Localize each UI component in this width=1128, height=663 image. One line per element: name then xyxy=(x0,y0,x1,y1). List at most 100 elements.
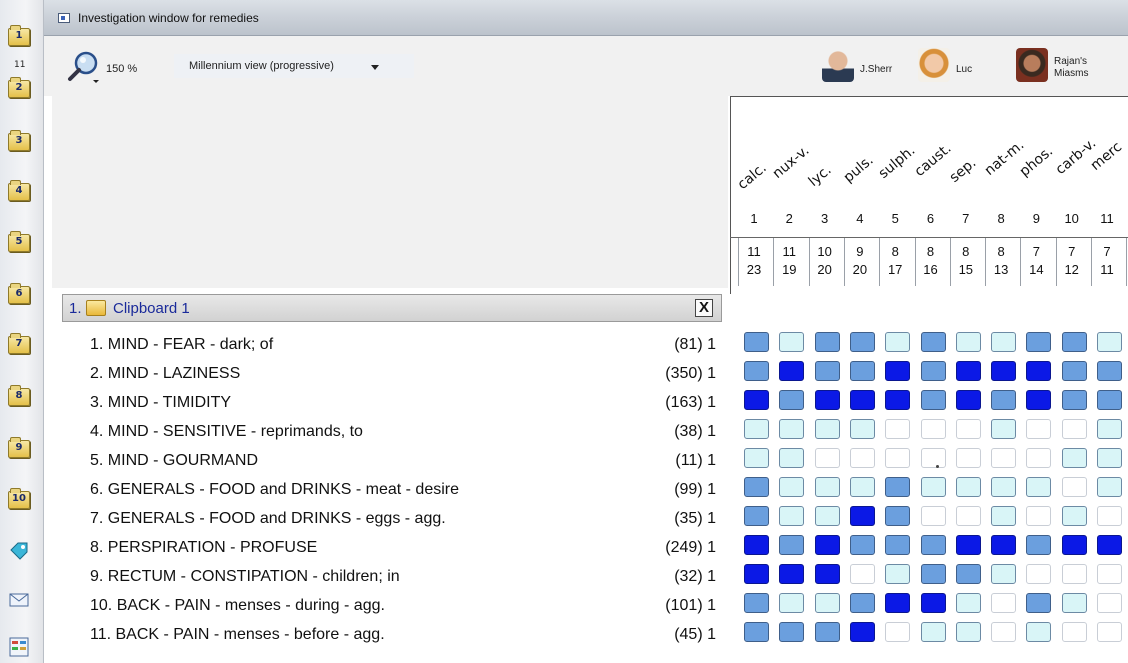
grade-cell[interactable] xyxy=(814,593,840,613)
grade-cell[interactable] xyxy=(991,477,1017,497)
grade-cell[interactable] xyxy=(920,390,946,410)
grade-cell[interactable] xyxy=(744,593,769,613)
rubric-row[interactable]: 5. MIND - GOURMAND (11) 1 xyxy=(62,446,722,475)
grade-cell[interactable] xyxy=(849,361,875,381)
grade-cell[interactable] xyxy=(885,593,911,613)
grade-cell[interactable] xyxy=(779,390,805,410)
grade-cell[interactable] xyxy=(955,564,981,584)
magnifier-icon[interactable] xyxy=(66,50,100,84)
grade-cell[interactable] xyxy=(1097,535,1122,555)
rubric-row[interactable]: 11. BACK - PAIN - menses - before - agg.… xyxy=(62,620,722,649)
clipboard-3-button[interactable]: 3 xyxy=(8,130,32,154)
grade-cell[interactable] xyxy=(885,535,911,555)
grade-cell[interactable] xyxy=(814,564,840,584)
grade-cell[interactable] xyxy=(1026,506,1052,526)
grade-cell[interactable] xyxy=(1026,564,1052,584)
grade-cell[interactable] xyxy=(779,593,805,613)
grade-cell[interactable] xyxy=(885,390,911,410)
rubric-row[interactable]: 7. GENERALS - FOOD and DRINKS - eggs - a… xyxy=(62,504,722,533)
grade-cell[interactable] xyxy=(885,622,911,642)
rubric-row[interactable]: 1. MIND - FEAR - dark; of (81) 1 xyxy=(62,330,722,359)
grade-cell[interactable] xyxy=(814,535,840,555)
grade-cell[interactable] xyxy=(814,622,840,642)
clipboard-4-button[interactable]: 4 xyxy=(8,180,32,204)
grade-cell[interactable] xyxy=(849,593,875,613)
grade-cell[interactable] xyxy=(779,564,805,584)
grade-cell[interactable] xyxy=(920,477,946,497)
grade-cell[interactable] xyxy=(1026,593,1052,613)
grade-cell[interactable] xyxy=(991,622,1017,642)
grade-cell[interactable] xyxy=(991,448,1017,468)
grade-cell[interactable] xyxy=(955,477,981,497)
rubric-row[interactable]: 3. MIND - TIMIDITY (163) 1 xyxy=(62,388,722,417)
table-icon[interactable] xyxy=(8,636,30,658)
grade-cell[interactable] xyxy=(849,506,875,526)
grade-cell[interactable] xyxy=(1026,622,1052,642)
grade-cell[interactable] xyxy=(1097,390,1122,410)
grade-cell[interactable] xyxy=(744,419,769,439)
clipboard-2-button[interactable]: 2 xyxy=(8,77,32,101)
grade-cell[interactable] xyxy=(1026,448,1052,468)
grade-cell[interactable] xyxy=(849,419,875,439)
grade-cell[interactable] xyxy=(779,361,805,381)
grade-cell[interactable] xyxy=(849,448,875,468)
grade-cell[interactable] xyxy=(1097,477,1122,497)
grade-cell[interactable] xyxy=(920,332,946,352)
grade-cell[interactable] xyxy=(991,593,1017,613)
grade-cell[interactable] xyxy=(920,361,946,381)
grade-cell[interactable] xyxy=(744,448,769,468)
grade-cell[interactable] xyxy=(920,564,946,584)
grade-cell[interactable] xyxy=(920,506,946,526)
grade-cell[interactable] xyxy=(955,593,981,613)
rubric-row[interactable]: 10. BACK - PAIN - menses - during - agg.… xyxy=(62,591,722,620)
grade-cell[interactable] xyxy=(885,506,911,526)
grade-cell[interactable] xyxy=(744,477,769,497)
grade-cell[interactable] xyxy=(1026,390,1052,410)
grade-cell[interactable] xyxy=(779,332,805,352)
grade-cell[interactable] xyxy=(779,535,805,555)
grade-cell[interactable] xyxy=(1061,477,1087,497)
grade-cell[interactable] xyxy=(814,506,840,526)
grade-cell[interactable] xyxy=(779,448,805,468)
grade-cell[interactable] xyxy=(920,448,946,468)
grade-cell[interactable] xyxy=(814,361,840,381)
grade-cell[interactable] xyxy=(991,535,1017,555)
grade-cell[interactable] xyxy=(1097,332,1122,352)
clipboard-9-button[interactable]: 9 xyxy=(8,437,32,461)
grade-cell[interactable] xyxy=(814,419,840,439)
grade-cell[interactable] xyxy=(779,506,805,526)
grade-cell[interactable] xyxy=(814,448,840,468)
grade-cell[interactable] xyxy=(1026,535,1052,555)
grade-cell[interactable] xyxy=(885,448,911,468)
grade-cell[interactable] xyxy=(885,564,911,584)
clipboard-8-button[interactable]: 8 xyxy=(8,385,32,409)
grade-cell[interactable] xyxy=(744,535,769,555)
grade-cell[interactable] xyxy=(1061,564,1087,584)
grade-cell[interactable] xyxy=(1097,448,1122,468)
grade-cell[interactable] xyxy=(779,419,805,439)
grade-cell[interactable] xyxy=(1061,361,1087,381)
grade-cell[interactable] xyxy=(955,535,981,555)
grade-cell[interactable] xyxy=(744,361,769,381)
grade-cell[interactable] xyxy=(991,332,1017,352)
grade-cell[interactable] xyxy=(955,419,981,439)
clipboard-10-button[interactable]: 10 xyxy=(8,488,32,512)
grade-cell[interactable] xyxy=(1097,622,1122,642)
grade-cell[interactable] xyxy=(1061,622,1087,642)
grade-cell[interactable] xyxy=(1097,419,1122,439)
grade-cell[interactable] xyxy=(849,332,875,352)
grade-cell[interactable] xyxy=(1061,506,1087,526)
grade-cell[interactable] xyxy=(1026,361,1052,381)
grade-cell[interactable] xyxy=(1097,593,1122,613)
grade-cell[interactable] xyxy=(1061,593,1087,613)
grade-cell[interactable] xyxy=(955,332,981,352)
grade-cell[interactable] xyxy=(779,477,805,497)
clipboard-5-button[interactable]: 5 xyxy=(8,231,32,255)
grade-cell[interactable] xyxy=(814,332,840,352)
rubric-row[interactable]: 9. RECTUM - CONSTIPATION - children; in (… xyxy=(62,562,722,591)
close-button[interactable]: X xyxy=(695,299,713,317)
rubric-row[interactable]: 2. MIND - LAZINESS (350) 1 xyxy=(62,359,722,388)
grade-cell[interactable] xyxy=(744,564,769,584)
grade-cell[interactable] xyxy=(991,419,1017,439)
grade-cell[interactable] xyxy=(849,564,875,584)
